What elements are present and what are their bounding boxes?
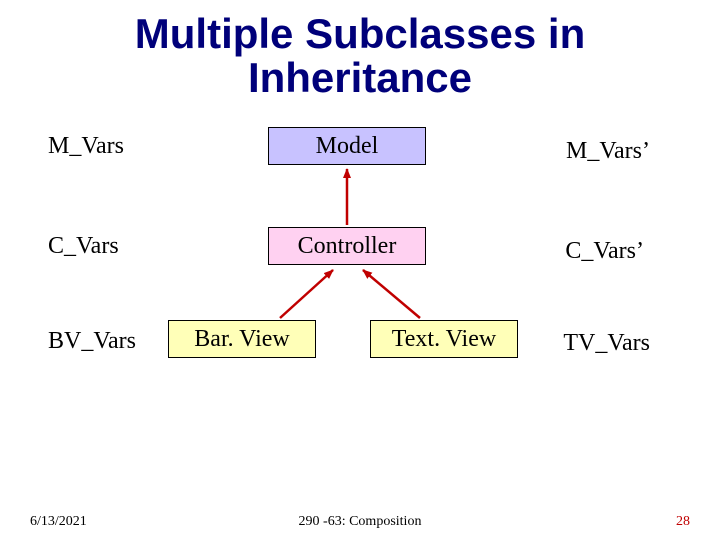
box-text-view: Text. View: [370, 320, 518, 358]
arrow-barview-to-controller: [280, 270, 333, 318]
box-controller: Controller: [268, 227, 426, 265]
box-model: Model: [268, 127, 426, 165]
label-bv-vars: BV_Vars: [48, 328, 136, 355]
title-line-2: Inheritance: [248, 54, 472, 101]
label-c-vars: C_Vars: [48, 233, 119, 260]
slide: Multiple Subclasses in Inheritance M_Var…: [0, 0, 720, 540]
footer-caption: 290 -63: Composition: [0, 514, 720, 530]
arrow-textview-to-controller: [363, 270, 420, 318]
label-m-vars: M_Vars: [48, 133, 124, 160]
box-bar-view: Bar. View: [168, 320, 316, 358]
label-m-vars-prime: M_Vars’: [566, 138, 650, 165]
title-line-1: Multiple Subclasses in: [135, 10, 585, 57]
label-c-vars-prime: C_Vars’: [565, 238, 644, 265]
page-number: 28: [676, 514, 690, 530]
label-tv-vars: TV_Vars: [563, 330, 650, 357]
slide-title: Multiple Subclasses in Inheritance: [0, 12, 720, 100]
